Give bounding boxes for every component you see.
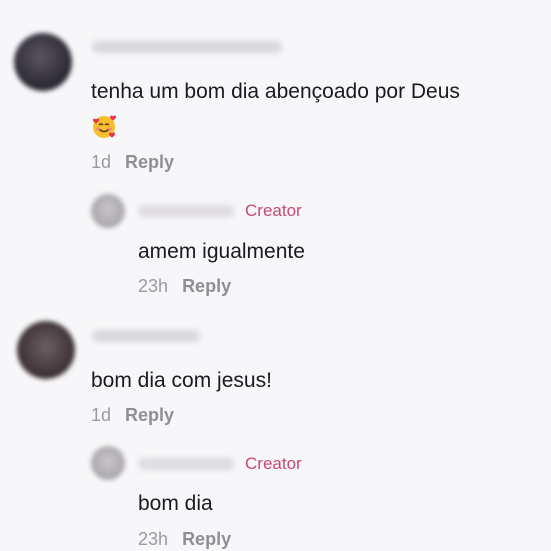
reply-time: 23h (138, 529, 169, 549)
reply-button[interactable]: Reply (182, 276, 231, 296)
reply-button[interactable]: Reply (125, 152, 174, 172)
comment-time: 1d (91, 405, 112, 425)
username-blurred[interactable] (92, 41, 282, 53)
avatar[interactable] (14, 33, 72, 91)
creator-badge: Creator (245, 201, 302, 220)
reply-text: amem igualmente (138, 240, 305, 263)
reply-time: 23h (138, 276, 169, 296)
comment-meta: 1d Reply (91, 405, 174, 426)
comment-meta: 1d Reply (91, 152, 174, 173)
creator-username-blurred[interactable] (138, 458, 234, 470)
creator-username-blurred[interactable] (138, 205, 234, 217)
smiling-face-with-hearts-icon (91, 114, 117, 140)
creator-badge: Creator (245, 454, 302, 473)
username-blurred[interactable] (92, 330, 200, 342)
avatar[interactable] (17, 321, 75, 379)
creator-avatar[interactable] (91, 446, 125, 480)
reply-button[interactable]: Reply (182, 529, 231, 549)
creator-avatar[interactable] (91, 194, 125, 228)
comment-text: bom dia com jesus! (91, 369, 272, 392)
reply-text: bom dia (138, 492, 213, 515)
comment-time: 1d (91, 152, 112, 172)
comment-text: tenha um bom dia abençoado por Deus (91, 80, 460, 103)
reply-meta: 23h Reply (138, 276, 231, 297)
reply-meta: 23h Reply (138, 529, 231, 550)
reply-button[interactable]: Reply (125, 405, 174, 425)
